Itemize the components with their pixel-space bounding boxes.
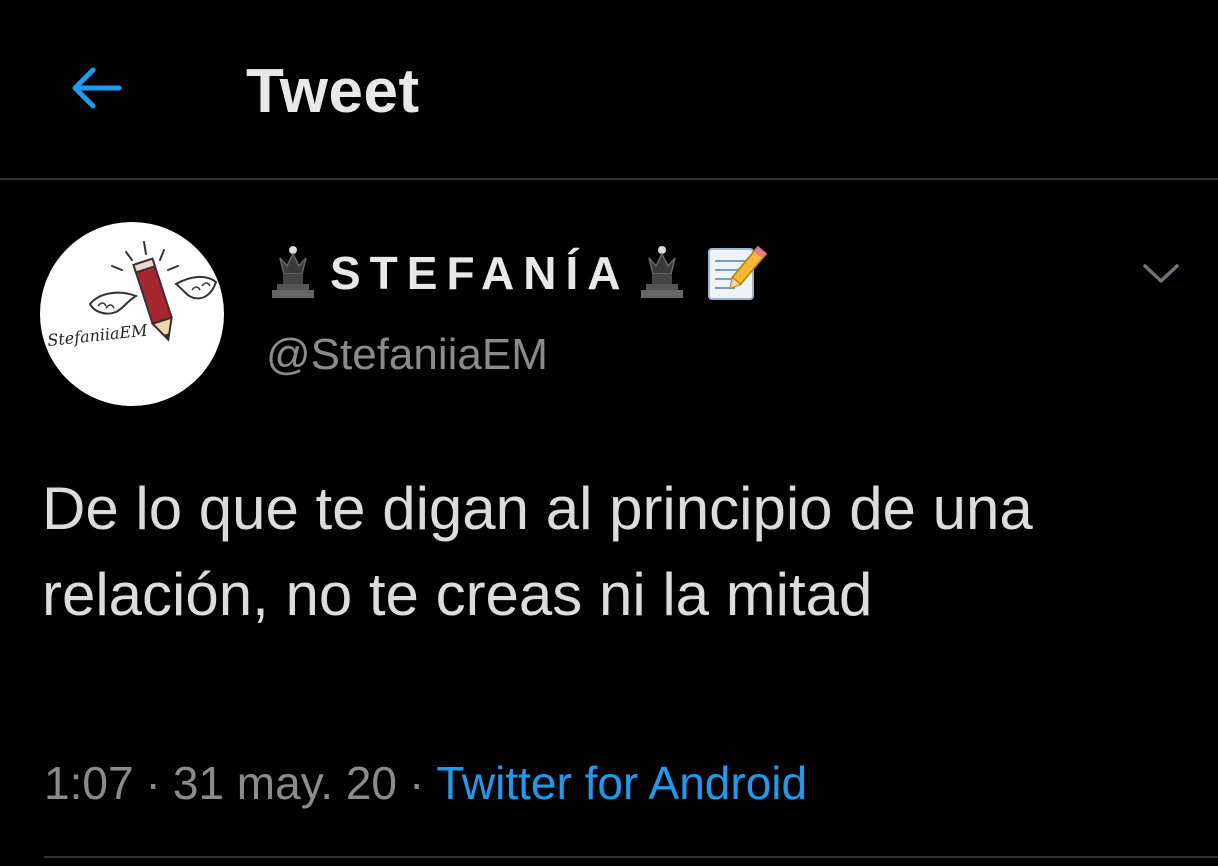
author-display-name[interactable]: STEFANÍA [266, 240, 768, 306]
author-handle[interactable]: @StefaniiaEM [266, 330, 548, 380]
display-name-text: STEFANÍA [330, 247, 630, 299]
tweet-text: De lo que te digan al principio de una r… [42, 475, 1033, 628]
tweet-date: 31 may. 20 [172, 757, 398, 809]
memo-icon [708, 245, 768, 300]
tweet-source-link[interactable]: Twitter for Android [436, 757, 807, 809]
avatar-logo: StefaniiaEM [46, 241, 218, 350]
chess-queen-icon [272, 246, 314, 298]
back-arrow-icon [72, 67, 122, 109]
more-options-button[interactable] [1132, 250, 1190, 298]
separator: · [145, 757, 161, 809]
chess-queen-icon [641, 246, 684, 298]
tweet-metadata: 1:07 · 31 may. 20 · Twitter for Android [44, 756, 807, 810]
avatar[interactable]: StefaniiaEM [40, 222, 224, 406]
back-button[interactable] [62, 55, 128, 121]
tweet-time: 1:07 [44, 757, 134, 809]
separator: · [409, 757, 425, 809]
avatar-text: StefaniiaEM [46, 321, 149, 350]
divider [44, 856, 1218, 858]
top-bar: Tweet [0, 0, 1218, 180]
page-title: Tweet [246, 57, 420, 126]
chevron-down-icon [1143, 264, 1179, 283]
